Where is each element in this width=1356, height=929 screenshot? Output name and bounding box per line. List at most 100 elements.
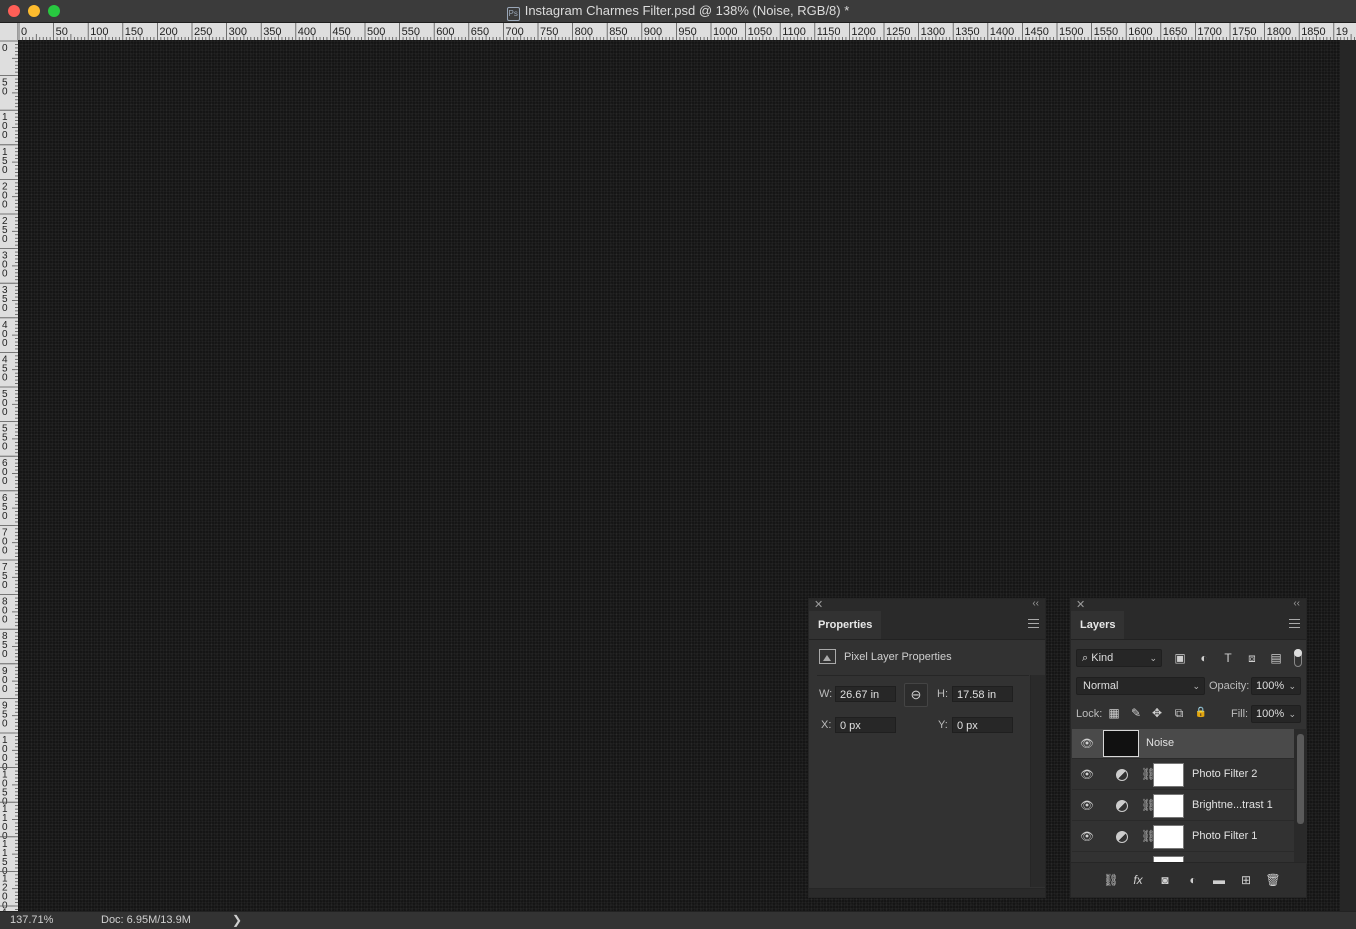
divider: [817, 675, 1029, 676]
link-dimensions-button[interactable]: ⊖: [904, 683, 928, 707]
eye-icon[interactable]: 👁: [1080, 737, 1094, 751]
chevron-down-icon: ⌄: [1149, 653, 1157, 663]
link-layers-icon[interactable]: ⛓: [1103, 872, 1119, 888]
filter-toggle[interactable]: [1294, 649, 1302, 667]
panel-menu-icon[interactable]: [1289, 619, 1300, 628]
eye-icon[interactable]: 👁: [1080, 768, 1094, 782]
trash-icon[interactable]: 🗑: [1265, 872, 1281, 888]
ruler-label: 0: [2, 718, 8, 729]
vertical-ruler-ticks: 0501001502002503003504004505005506006507…: [0, 40, 18, 911]
ruler-label: 0: [2, 130, 8, 141]
lock-all-icon[interactable]: 🔒: [1193, 705, 1209, 721]
properties-resize-handle[interactable]: [809, 888, 1045, 897]
scrollbar-thumb[interactable]: [1297, 734, 1304, 824]
document-info: Doc: 6.95M/13.9M: [101, 914, 191, 926]
height-label: H:: [937, 688, 948, 700]
fx-icon[interactable]: fx: [1130, 872, 1146, 888]
link-icon: ⊖: [910, 687, 922, 702]
ruler-label: 0: [2, 234, 8, 245]
ruler-label: 550: [402, 26, 420, 38]
ruler-label: 1000: [713, 26, 737, 38]
eye-icon[interactable]: 👁: [1080, 799, 1094, 813]
chevron-down-icon: ⌄: [1288, 709, 1296, 719]
tab-layers[interactable]: Layers: [1071, 611, 1125, 639]
chevron-down-icon: ⌄: [1288, 681, 1296, 691]
tab-properties[interactable]: Properties: [809, 611, 882, 639]
ruler-label: 0: [2, 476, 8, 487]
ruler-label: 850: [609, 26, 627, 38]
layers-scrollbar[interactable]: [1294, 729, 1307, 864]
adjustment-layer-icon[interactable]: ◐: [1185, 872, 1201, 888]
ruler-label: 0: [2, 442, 8, 453]
ruler-label: 1100: [782, 26, 806, 38]
ruler-label: 0: [2, 165, 8, 176]
ruler-label: 1450: [1024, 26, 1048, 38]
lock-pixels-icon[interactable]: ✎: [1128, 705, 1144, 721]
adjustment-layer-icon: [1116, 769, 1128, 781]
properties-scrollbar[interactable]: [1030, 675, 1045, 887]
layer-mask-thumbnail: [1153, 763, 1184, 787]
layer-row-brightness-contrast-1[interactable]: 👁 ⛓ Brightne...trast 1: [1072, 791, 1294, 821]
layer-row-photo-filter-1[interactable]: 👁 ⛓ Photo Filter 1: [1072, 822, 1294, 852]
ruler-label: 0: [2, 545, 8, 556]
zoom-level[interactable]: 137.71%: [10, 914, 53, 926]
lock-label: Lock:: [1076, 708, 1103, 720]
collapse-icon[interactable]: ‹‹: [1293, 598, 1300, 609]
ruler-label: 0: [2, 580, 8, 591]
height-field[interactable]: 17.58 in: [952, 686, 1013, 702]
layers-footer: ⛓ fx ◙ ◐ ▬ ⊞ 🗑: [1071, 862, 1306, 897]
type-filter-icon[interactable]: T: [1220, 650, 1236, 666]
chevron-right-icon[interactable]: ❯: [232, 913, 242, 927]
filter-kind-select[interactable]: ⌕ Kind ⌄: [1076, 649, 1162, 667]
panel-menu-icon[interactable]: [1028, 619, 1039, 628]
layer-row-photo-filter-2[interactable]: 👁 ⛓ Photo Filter 2: [1072, 760, 1294, 790]
layer-thumbnail: [1103, 730, 1139, 757]
ruler-label: 0: [2, 615, 8, 626]
collapse-icon[interactable]: ‹‹: [1032, 598, 1039, 609]
adjustment-layer-icon: [1116, 831, 1128, 843]
close-icon[interactable]: ✕: [1076, 598, 1085, 611]
shape-filter-icon[interactable]: ⧈: [1244, 650, 1260, 666]
ruler-label: 500: [367, 26, 385, 38]
image-filter-icon[interactable]: ▣: [1172, 650, 1188, 666]
ruler-label: 400: [298, 26, 316, 38]
vertical-ruler[interactable]: 0501001502002503003504004505005506006507…: [0, 40, 18, 911]
status-bar: 137.71% Doc: 6.95M/13.9M ❯: [0, 911, 1356, 929]
ruler-label: 0: [2, 87, 8, 98]
lock-artboard-icon[interactable]: ⧉: [1171, 705, 1187, 721]
add-mask-icon[interactable]: ◙: [1157, 872, 1173, 888]
ruler-label: 0: [2, 407, 8, 418]
ruler-label: 600: [436, 26, 454, 38]
lock-position-icon[interactable]: ✥: [1149, 705, 1165, 721]
opacity-field[interactable]: 100% ⌄: [1251, 677, 1301, 695]
ruler-label: 0: [21, 26, 27, 38]
adjustment-filter-icon[interactable]: ◐: [1196, 650, 1212, 666]
fill-field[interactable]: 100% ⌄: [1251, 705, 1301, 723]
ruler-origin[interactable]: [0, 23, 18, 40]
width-field[interactable]: 26.67 in: [835, 686, 896, 702]
layer-row-noise[interactable]: 👁 Noise: [1072, 729, 1294, 759]
ruler-label: 0: [2, 269, 8, 280]
photoshop-doc-icon: Ps: [506, 7, 520, 21]
close-icon[interactable]: ✕: [814, 598, 823, 611]
y-field[interactable]: 0 px: [952, 717, 1013, 733]
ruler-label: 1500: [1059, 26, 1083, 38]
ruler-label: 1300: [921, 26, 945, 38]
lock-transparency-icon[interactable]: ▦: [1106, 705, 1122, 721]
window-title-text: Instagram Charmes Filter.psd @ 138% (Noi…: [524, 3, 850, 18]
fill-value: 100%: [1256, 708, 1285, 720]
blend-mode-select[interactable]: Normal ⌄: [1076, 677, 1205, 695]
layer-name: Noise: [1146, 737, 1175, 749]
new-layer-icon[interactable]: ⊞: [1238, 872, 1254, 888]
opacity-value: 100%: [1256, 680, 1285, 692]
folder-icon[interactable]: ▬: [1211, 872, 1227, 888]
ruler-label: 1150: [817, 26, 841, 38]
layer-name: Brightne...trast 1: [1192, 799, 1273, 811]
x-field[interactable]: 0 px: [835, 717, 896, 733]
horizontal-ruler[interactable]: 0 50 100 150 200 250 300 350 400 450 500 550 600 650 7…: [18, 23, 1356, 40]
ruler-label: 1650: [1163, 26, 1187, 38]
layer-type-text: Pixel Layer Properties: [844, 651, 952, 663]
ruler-label: 0: [2, 372, 8, 383]
smart-object-filter-icon[interactable]: ▤: [1268, 650, 1284, 666]
eye-icon[interactable]: 👁: [1080, 830, 1094, 844]
